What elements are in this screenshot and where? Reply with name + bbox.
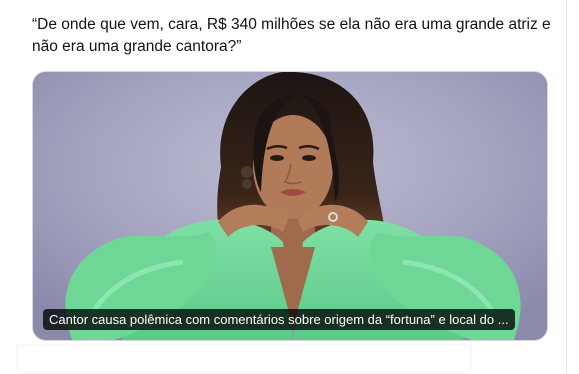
bottom-overlay-bar [18,346,470,372]
timeline-column-border [566,0,567,374]
link-preview-card[interactable]: Cantor causa polêmica com comentários so… [32,71,548,341]
link-preview-image[interactable]: Cantor causa polêmica com comentários so… [33,72,547,340]
woman-portrait-illustration [33,72,547,340]
link-preview-caption[interactable]: Cantor causa polêmica com comentários so… [43,309,515,330]
post-text: “De onde que vem, cara, R$ 340 milhões s… [32,16,551,55]
